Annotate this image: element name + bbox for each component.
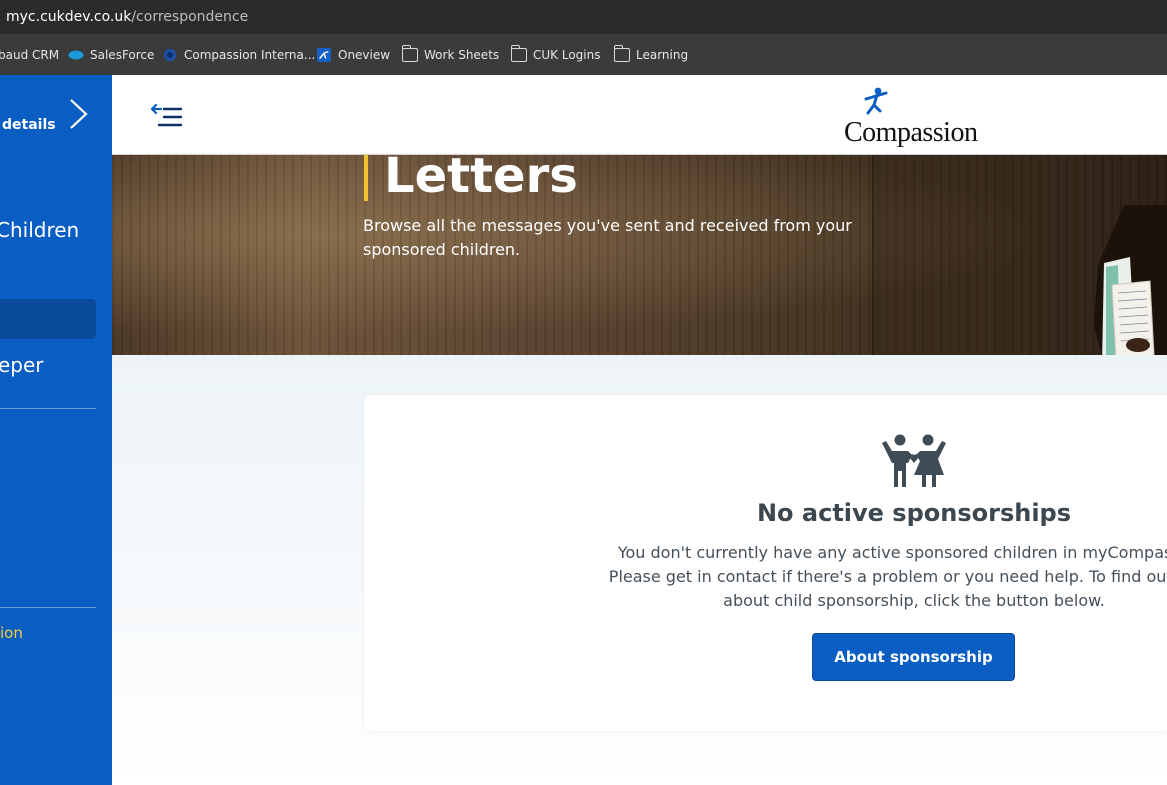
main-content: No active sponsorships You don't current… <box>112 355 1167 785</box>
url-host: myc.cukdev.co.uk <box>6 9 132 25</box>
bookmark-oneview[interactable]: Oneview <box>316 46 390 64</box>
logo-text: Compassion <box>844 117 978 148</box>
bookmark-work-sheets[interactable]: Work Sheets <box>401 45 500 64</box>
page-title: Letters <box>384 155 578 204</box>
bookmark-label: CUK Logins <box>533 48 601 62</box>
chevron-right-icon[interactable] <box>66 97 92 131</box>
hero-banner: Letters Browse all the messages you've s… <box>112 155 1167 355</box>
salesforce-icon <box>68 50 84 60</box>
bookmark-cuk-logins[interactable]: CUK Logins <box>510 45 601 64</box>
folder-icon <box>510 45 527 62</box>
url-path: /correspondence <box>131 9 249 25</box>
bookmark-label: baud CRM <box>0 48 60 62</box>
title-accent-bar <box>364 155 368 201</box>
bookmark-label: Work Sheets <box>424 48 500 62</box>
bookmark-salesforce[interactable]: SalesForce <box>68 46 154 64</box>
sidebar-item-details[interactable]: details <box>2 117 56 133</box>
oneview-icon <box>317 48 331 62</box>
folder-icon <box>613 45 630 62</box>
bookmark-label: SalesForce <box>90 48 155 62</box>
sidebar-item-keeper[interactable]: eper <box>0 353 44 377</box>
folder-icon <box>401 45 418 62</box>
browser-url-bar[interactable]: myc.cukdev.co.uk/correspondence <box>0 0 1167 34</box>
bookmark-label: Oneview <box>338 48 391 62</box>
message-line: You don't currently have any active spon… <box>617 543 1167 562</box>
url-text[interactable]: myc.cukdev.co.uk/correspondence <box>6 9 248 25</box>
sidebar: details Children eper ion <box>0 75 112 785</box>
empty-state-message: You don't currently have any active spon… <box>584 541 1167 613</box>
compassion-figure-icon <box>864 87 888 115</box>
bookmark-compassion[interactable]: Compassion Interna... <box>162 46 315 64</box>
bookmark-learning[interactable]: Learning <box>613 45 689 64</box>
about-sponsorship-button[interactable]: About sponsorship <box>812 633 1015 681</box>
site-header: Compassion <box>112 75 1167 155</box>
hero-background-door <box>872 155 1084 355</box>
sidebar-divider <box>0 408 96 409</box>
collapse-menu-icon[interactable] <box>150 101 184 131</box>
sidebar-item-highlight[interactable]: ion <box>0 624 23 642</box>
child-with-letter-image <box>1094 205 1167 355</box>
bookmark-crm[interactable]: baud CRM <box>0 46 59 64</box>
sidebar-item-children[interactable]: Children <box>0 218 79 242</box>
message-line: about child sponsorship, click the butto… <box>723 591 1105 610</box>
compassion-circle-icon <box>163 48 177 62</box>
empty-state-title: No active sponsorships <box>756 499 1072 527</box>
page-subtitle: Browse all the messages you've sent and … <box>363 216 852 259</box>
empty-state-card: No active sponsorships You don't current… <box>364 395 1167 731</box>
bookmark-label: Compassion Interna... <box>184 48 316 62</box>
bookmark-label: Learning <box>636 48 689 62</box>
sidebar-divider <box>0 607 96 608</box>
message-line: Please get in contact if there's a probl… <box>608 567 1167 586</box>
children-icon <box>882 434 946 487</box>
bookmarks-bar: baud CRM SalesForce Compassion Interna..… <box>0 34 1167 75</box>
sidebar-item-active[interactable] <box>0 299 96 339</box>
compassion-logo[interactable]: Compassion <box>842 85 992 148</box>
